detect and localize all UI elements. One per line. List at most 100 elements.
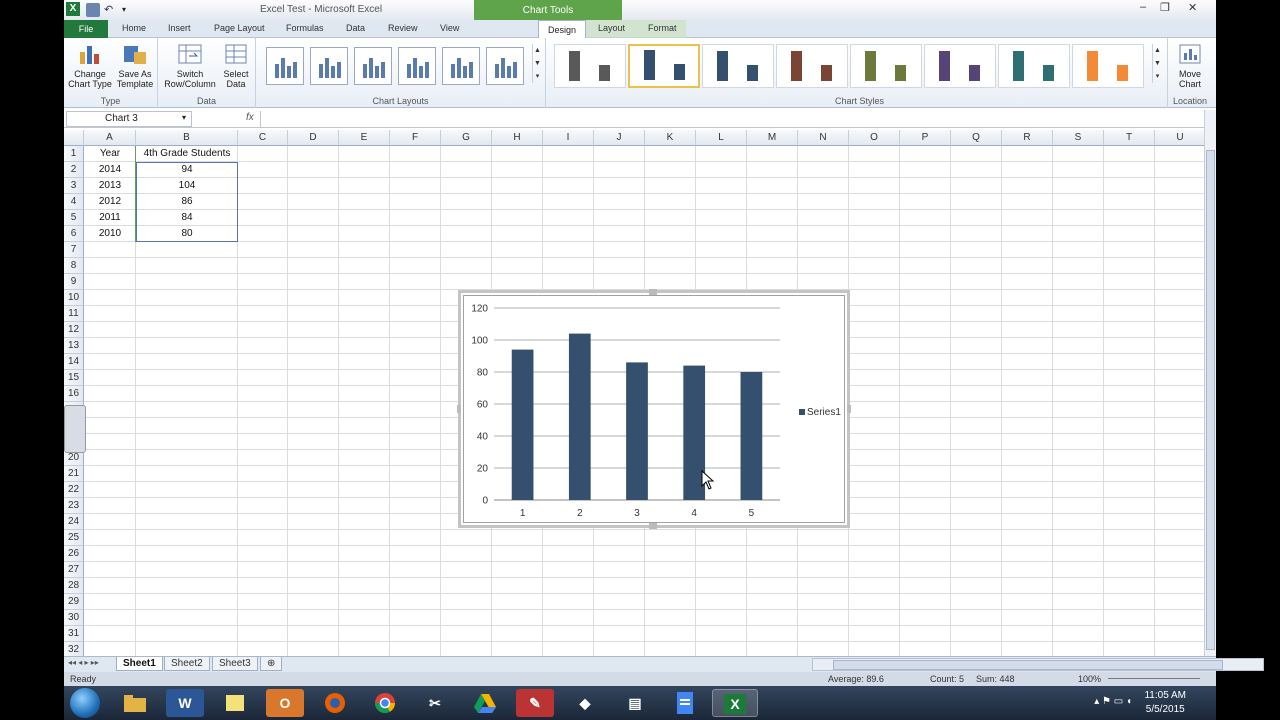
cell-b5[interactable]: 84 xyxy=(136,210,238,226)
cell-a5[interactable]: 2011 xyxy=(84,210,136,226)
row-header-2[interactable]: 2 xyxy=(64,162,84,178)
row-header-30[interactable]: 30 xyxy=(64,610,84,626)
row-header-15[interactable]: 15 xyxy=(64,370,84,386)
sheet-tab-sheet1[interactable]: Sheet1 xyxy=(116,657,163,671)
row-header-9[interactable]: 9 xyxy=(64,274,84,290)
system-tray-icons[interactable]: ▴ ⚑ ▭ ◖ xyxy=(1094,696,1132,707)
chart-style-7[interactable] xyxy=(998,44,1070,88)
cell-a3[interactable]: 2013 xyxy=(84,178,136,194)
floating-grip-toolbar[interactable] xyxy=(64,405,86,453)
chart-style-3[interactable] xyxy=(702,44,774,88)
chart-resize-handle-right[interactable] xyxy=(847,405,851,413)
save-icon[interactable] xyxy=(86,3,100,17)
column-header-s[interactable]: S xyxy=(1053,130,1104,146)
cell-a6[interactable]: 2010 xyxy=(84,226,136,242)
vertical-scrollbar[interactable] xyxy=(1204,110,1216,656)
column-header-g[interactable]: G xyxy=(441,130,492,146)
cell-b4[interactable]: 86 xyxy=(136,194,238,210)
tab-format[interactable]: Format xyxy=(648,23,677,33)
column-header-o[interactable]: O xyxy=(849,130,900,146)
row-header-21[interactable]: 21 xyxy=(64,466,84,482)
tab-formulas[interactable]: Formulas xyxy=(286,23,324,33)
save-as-template-button[interactable]: Save As Template xyxy=(114,42,156,89)
column-header-f[interactable]: F xyxy=(390,130,441,146)
column-header-m[interactable]: M xyxy=(747,130,798,146)
chrome-icon[interactable] xyxy=(366,689,404,717)
google-drive-icon[interactable] xyxy=(466,689,504,717)
chart-layout-4[interactable] xyxy=(398,47,436,85)
chart-layout-3[interactable] xyxy=(354,47,392,85)
cell-b6[interactable]: 80 xyxy=(136,226,238,242)
column-header-p[interactable]: P xyxy=(900,130,951,146)
undo-icon[interactable]: ↶ xyxy=(104,3,118,17)
start-button[interactable] xyxy=(70,688,100,718)
clock[interactable]: 11:05 AM 5/5/2015 xyxy=(1144,689,1186,717)
formula-input[interactable] xyxy=(260,111,1206,127)
row-header-28[interactable]: 28 xyxy=(64,578,84,594)
tab-view[interactable]: View xyxy=(440,23,459,33)
excel-taskbar-icon[interactable]: X xyxy=(712,689,758,717)
row-header-23[interactable]: 23 xyxy=(64,498,84,514)
column-header-n[interactable]: N xyxy=(798,130,849,146)
chart-resize-handle-bottom[interactable] xyxy=(649,523,657,529)
row-header-7[interactable]: 7 xyxy=(64,242,84,258)
chart-object[interactable]: 0 20 40 60 80 100 120 1 2 3 4 5 Series1 xyxy=(457,289,851,529)
cell-a4[interactable]: 2012 xyxy=(84,194,136,210)
name-box[interactable]: Chart 3 xyxy=(66,111,192,127)
horizontal-scroll-thumb[interactable] xyxy=(833,660,1223,670)
close-button[interactable]: ✕ xyxy=(1188,1,1197,14)
insert-sheet-icon[interactable]: ⊕ xyxy=(260,657,283,671)
chart-layout-1[interactable] xyxy=(266,47,304,85)
tab-insert[interactable]: Insert xyxy=(168,23,191,33)
column-header-t[interactable]: T xyxy=(1104,130,1155,146)
row-header-32[interactable]: 32 xyxy=(64,642,84,656)
name-box-dropdown-icon[interactable]: ▾ xyxy=(182,113,186,122)
styles-down-icon[interactable]: ▼ xyxy=(1153,57,1162,70)
tab-design[interactable]: Design xyxy=(538,20,586,39)
move-chart-button[interactable]: Move Chart xyxy=(1172,42,1208,89)
row-header-12[interactable]: 12 xyxy=(64,322,84,338)
column-header-k[interactable]: K xyxy=(645,130,696,146)
sheet-tab-sheet2[interactable]: Sheet2 xyxy=(164,657,210,671)
row-header-1[interactable]: 1 xyxy=(64,146,84,162)
gallery-more-icon[interactable]: ▾ xyxy=(533,70,542,83)
tab-page-layout[interactable]: Page Layout xyxy=(214,23,265,33)
paint-icon[interactable]: ✎ xyxy=(516,689,554,717)
column-header-q[interactable]: Q xyxy=(951,130,1002,146)
gallery-down-icon[interactable]: ▼ xyxy=(533,57,542,70)
zoom-level[interactable]: 100% xyxy=(1078,674,1101,684)
styles-more-icon[interactable]: ▾ xyxy=(1153,70,1162,83)
row-header-3[interactable]: 3 xyxy=(64,178,84,194)
chart-resize-handle-top[interactable] xyxy=(649,289,657,295)
row-header-16[interactable]: 16 xyxy=(64,386,84,402)
sheet-tab-sheet3[interactable]: Sheet3 xyxy=(212,657,258,671)
row-header-8[interactable]: 8 xyxy=(64,258,84,274)
vertical-scroll-thumb[interactable] xyxy=(1206,150,1215,650)
column-header-u[interactable]: U xyxy=(1155,130,1204,146)
row-header-13[interactable]: 13 xyxy=(64,338,84,354)
layouts-gallery-scroll[interactable]: ▲ ▼ ▾ xyxy=(532,44,542,83)
docs-icon[interactable] xyxy=(666,689,704,717)
select-all-corner[interactable] xyxy=(64,130,84,146)
row-header-29[interactable]: 29 xyxy=(64,594,84,610)
row-header-5[interactable]: 5 xyxy=(64,210,84,226)
chart-area[interactable]: 0 20 40 60 80 100 120 1 2 3 4 5 Series1 xyxy=(463,295,845,523)
row-header-10[interactable]: 10 xyxy=(64,290,84,306)
printer-icon[interactable]: ▤ xyxy=(616,689,654,717)
dropbox-icon[interactable]: ◆ xyxy=(566,689,604,717)
chart-layout-2[interactable] xyxy=(310,47,348,85)
change-chart-type-button[interactable]: Change Chart Type xyxy=(68,42,112,89)
switch-row-column-button[interactable]: Switch Row/Column xyxy=(162,42,218,89)
horizontal-scrollbar[interactable] xyxy=(812,658,1264,671)
row-header-14[interactable]: 14 xyxy=(64,354,84,370)
column-header-e[interactable]: E xyxy=(339,130,390,146)
chart-layout-6[interactable] xyxy=(486,47,524,85)
qat-dropdown-icon[interactable]: ▾ xyxy=(122,3,136,17)
excel-app-icon[interactable]: X xyxy=(66,2,80,16)
row-header-11[interactable]: 11 xyxy=(64,306,84,322)
row-header-25[interactable]: 25 xyxy=(64,530,84,546)
chart-style-8[interactable] xyxy=(1072,44,1144,88)
chart-style-2[interactable] xyxy=(628,44,700,88)
outlook-icon[interactable]: O xyxy=(266,689,304,717)
chart-resize-handle-left[interactable] xyxy=(457,405,461,413)
